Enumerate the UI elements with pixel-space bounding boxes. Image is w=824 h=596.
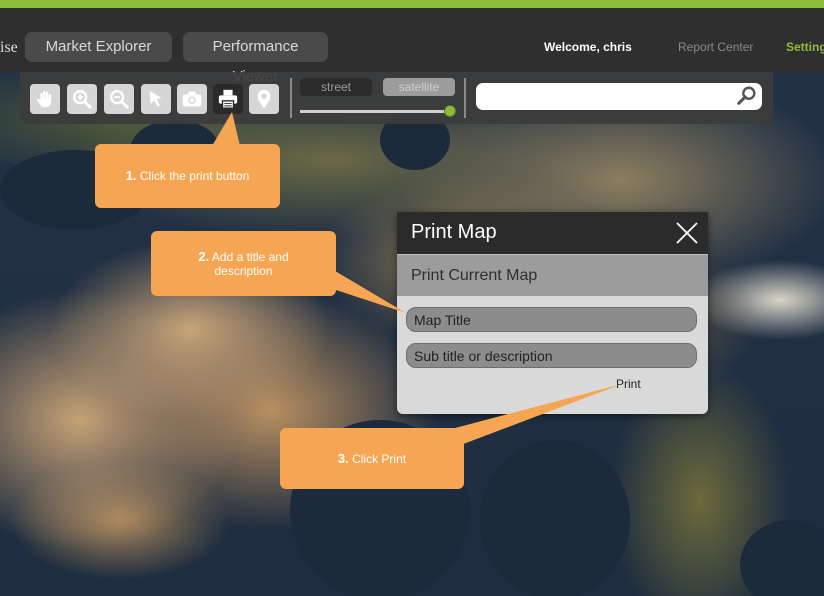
dialog-header: Print Map <box>397 212 708 254</box>
print-tool-button[interactable] <box>213 84 243 114</box>
toolbar-divider <box>464 78 466 118</box>
print-button[interactable]: Print <box>616 377 641 391</box>
satellite-view-toggle[interactable]: satellite <box>383 78 455 96</box>
welcome-user-text: Welcome, chris <box>544 40 632 54</box>
app-header: ise Market Explorer Performance Viewer W… <box>0 8 824 85</box>
layer-opacity-slider[interactable] <box>300 110 452 113</box>
map-title-input[interactable] <box>406 307 697 332</box>
map-toolbar: street satellite <box>20 72 773 124</box>
settings-link[interactable]: Settings <box>786 40 824 54</box>
layer-opacity-slider-handle[interactable] <box>444 105 456 117</box>
step-1-callout: 1. Click the print button <box>95 144 280 208</box>
step-1-text: 1. Click the print button <box>125 168 250 184</box>
dialog-subheader: Print Current Map <box>397 254 708 296</box>
map-subtitle-input[interactable] <box>406 343 697 368</box>
step-3-callout: 3. Click Print <box>280 428 464 489</box>
dialog-title: Print Map <box>411 221 497 243</box>
map-sea-region <box>740 520 824 596</box>
select-tool-button[interactable] <box>141 84 171 114</box>
printer-icon <box>218 89 238 109</box>
search-icon[interactable] <box>736 85 758 107</box>
zoom-in-tool-button[interactable] <box>67 84 97 114</box>
dialog-subtitle: Print Current Map <box>411 267 538 284</box>
map-search-input[interactable] <box>476 83 762 110</box>
pan-tool-button[interactable] <box>30 84 60 114</box>
report-center-link[interactable]: Report Center <box>678 40 753 54</box>
zoom-out-icon <box>110 90 129 109</box>
pan-hand-icon <box>37 90 52 108</box>
zoom-in-icon <box>73 90 92 109</box>
placemark-tool-button[interactable] <box>249 84 279 114</box>
print-map-dialog: Print Map Print Current Map Print <box>397 212 708 414</box>
close-icon[interactable] <box>675 221 699 245</box>
header-accent-stripe <box>0 0 824 8</box>
toolbar-divider <box>290 78 292 118</box>
map-sea-region <box>480 440 630 596</box>
camera-icon <box>182 91 202 107</box>
step-2-callout: 2. Add a title and description <box>151 231 336 296</box>
street-view-toggle[interactable]: street <box>300 78 372 96</box>
nav-market-explorer-button[interactable]: Market Explorer <box>25 32 172 62</box>
step-2-text: 2. Add a title and description <box>198 248 289 278</box>
map-pin-icon <box>257 89 271 109</box>
zoom-out-tool-button[interactable] <box>104 84 134 114</box>
brand-logo[interactable]: ise <box>0 39 18 57</box>
snapshot-tool-button[interactable] <box>177 84 207 114</box>
select-arrow-icon <box>149 90 162 107</box>
step-3-text: 3. Click Print <box>337 450 407 466</box>
nav-performance-viewer-button[interactable]: Performance Viewer <box>183 32 328 85</box>
